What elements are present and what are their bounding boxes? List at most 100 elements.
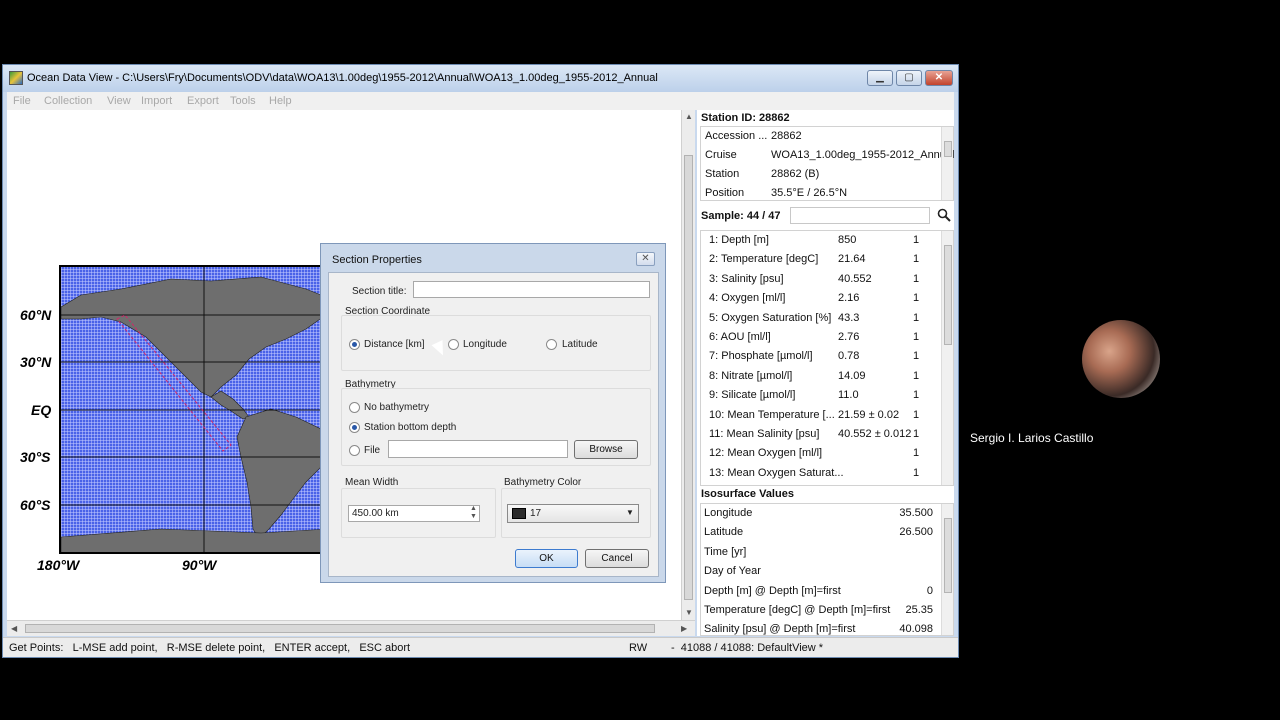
sample-var-flag: 1 bbox=[913, 253, 920, 266]
isosurface-row[interactable]: Salinity [psu] @ Depth [m]=first 40.098 bbox=[701, 620, 937, 635]
bathymetry-color-label: Bathymetry Color bbox=[504, 477, 582, 488]
radio-file-label[interactable]: File bbox=[364, 445, 380, 456]
canvas-vertical-scrollbar[interactable]: ▲ ▼ bbox=[681, 110, 695, 620]
station-row-key: Position bbox=[705, 187, 745, 199]
sample-var-name: 6: AOU [ml/l] bbox=[709, 331, 771, 343]
station-table: Accession ... 28862 Cruise WOA13_1.00deg_1… bbox=[700, 126, 954, 201]
spin-up-icon[interactable]: ▲ bbox=[470, 505, 477, 512]
menu-import[interactable]: Import bbox=[141, 95, 172, 107]
radio-longitude-label[interactable]: Longitude bbox=[463, 339, 507, 350]
chevron-down-icon: ▼ bbox=[626, 508, 634, 517]
sample-var-name: 11: Mean Salinity [psu] bbox=[709, 428, 820, 440]
scroll-down-arrow-icon[interactable]: ▼ bbox=[685, 608, 693, 617]
isosurface-scroll-thumb[interactable] bbox=[944, 518, 952, 593]
sample-row[interactable]: 4: Oxygen [ml/l] 2.16 1 bbox=[705, 289, 941, 308]
menu-view[interactable]: View bbox=[107, 95, 131, 107]
isosurface-var-name: Latitude bbox=[704, 526, 744, 539]
radio-distance[interactable] bbox=[349, 339, 360, 350]
status-bar: Get Points: L-MSE add point, R-MSE delet… bbox=[3, 637, 958, 657]
canvas-horizontal-scrollbar[interactable]: ◀ ▶ bbox=[7, 620, 695, 636]
vertical-scroll-thumb[interactable] bbox=[684, 155, 693, 600]
sample-table-scrollbar[interactable] bbox=[941, 231, 953, 485]
mean-width-spinbox[interactable]: 450.00 km ▲ ▼ bbox=[348, 505, 480, 522]
sample-row[interactable]: 13: Mean Oxygen Saturat... 1 bbox=[705, 464, 941, 483]
color-swatch bbox=[512, 508, 526, 519]
sample-row[interactable]: 5: Oxygen Saturation [%] 43.3 1 bbox=[705, 309, 941, 328]
scroll-up-arrow-icon[interactable]: ▲ bbox=[685, 112, 693, 121]
station-row[interactable]: Accession ... 28862 bbox=[705, 127, 941, 146]
ok-button[interactable]: OK bbox=[515, 549, 578, 568]
sample-row[interactable]: 9: Silicate [µmol/l] 11.0 1 bbox=[705, 386, 941, 405]
station-row[interactable]: Cruise WOA13_1.00deg_1955-2012_Annual bbox=[705, 146, 954, 165]
scroll-right-arrow-icon[interactable]: ▶ bbox=[681, 624, 687, 633]
sample-var-name: 12: Mean Oxygen [ml/l] bbox=[709, 447, 823, 460]
station-row-value: 28862 (B) bbox=[771, 168, 820, 180]
menu-export[interactable]: Export bbox=[187, 95, 219, 107]
isosurface-row[interactable]: Depth [m] @ Depth [m]=first 0 bbox=[701, 582, 937, 601]
menu-help[interactable]: Help bbox=[269, 95, 292, 107]
sample-row[interactable]: 10: Mean Temperature [... 21.59 ± 0.02 1 bbox=[705, 406, 941, 425]
station-scroll-thumb[interactable] bbox=[944, 141, 952, 157]
section-title-input[interactable] bbox=[413, 281, 650, 298]
station-row[interactable]: Position 35.5°E / 26.5°N bbox=[705, 184, 941, 201]
lat-label-eq: EQ bbox=[31, 402, 52, 418]
isosurface-header: Isosurface Values bbox=[701, 488, 794, 500]
sample-var-flag: 1 bbox=[913, 311, 920, 324]
bathymetry-file-input[interactable] bbox=[388, 440, 568, 458]
sample-row[interactable]: 11: Mean Salinity [psu] 40.552 ± 0.012 1 bbox=[705, 425, 941, 444]
radio-no-bathymetry-label[interactable]: No bathymetry bbox=[364, 402, 429, 413]
sample-row[interactable]: 2: Temperature [degC] 21.64 1 bbox=[705, 250, 941, 269]
station-row-value: WOA13_1.00deg_1955-2012_Annual bbox=[771, 149, 955, 161]
sample-row[interactable]: 6: AOU [ml/l] 2.76 1 bbox=[705, 328, 941, 347]
station-info-panel: Station ID: 28862 Accession ... 28862 Cru… bbox=[697, 110, 954, 636]
menu-file[interactable]: File bbox=[13, 95, 31, 107]
sample-var-flag: 1 bbox=[913, 389, 920, 402]
radio-station-bottom-depth-label[interactable]: Station bottom depth bbox=[364, 422, 456, 433]
search-icon[interactable] bbox=[937, 208, 951, 222]
maximize-button[interactable]: ▢ bbox=[896, 70, 922, 86]
isosurface-row[interactable]: Temperature [degC] @ Depth [m]=first 25.3… bbox=[701, 601, 937, 620]
isosurface-table-scrollbar[interactable] bbox=[941, 504, 953, 635]
menu-tools[interactable]: Tools bbox=[230, 95, 256, 107]
sample-row[interactable]: 8: Nitrate [µmol/l] 14.09 1 bbox=[705, 367, 941, 386]
radio-latitude[interactable] bbox=[546, 339, 557, 350]
isosurface-row[interactable]: Time [yr] bbox=[701, 543, 937, 562]
radio-distance-label[interactable]: Distance [km] bbox=[364, 339, 425, 350]
isosurface-row[interactable]: Day of Year bbox=[701, 562, 937, 581]
sample-var-name: 1: Depth [m] bbox=[709, 234, 769, 246]
spin-down-icon[interactable]: ▼ bbox=[470, 513, 477, 520]
station-row[interactable]: Station 28862 (B) bbox=[705, 165, 941, 184]
isosurface-row[interactable]: Longitude 35.500 bbox=[701, 504, 937, 523]
browse-button[interactable]: Browse bbox=[574, 440, 638, 459]
radio-longitude[interactable] bbox=[448, 339, 459, 350]
sample-row[interactable]: 1: Depth [m] 850 1 bbox=[705, 231, 941, 250]
dialog-close-button[interactable]: ✕ bbox=[636, 252, 655, 266]
title-bar[interactable]: Ocean Data View - C:\Users\Fry\Documents… bbox=[3, 65, 958, 92]
minimize-button[interactable]: ▁ bbox=[867, 70, 893, 86]
status-message: Get Points: L-MSE add point, R-MSE delet… bbox=[9, 642, 411, 654]
sample-var-flag: 1 bbox=[913, 466, 920, 479]
sample-var-flag: 1 bbox=[913, 447, 920, 460]
sample-row[interactable]: 12: Mean Oxygen [ml/l] 1 bbox=[705, 444, 941, 463]
station-row-key: Cruise bbox=[705, 149, 737, 161]
sample-header: Sample: 44 / 47 bbox=[701, 210, 781, 222]
close-button[interactable]: ✕ bbox=[925, 70, 953, 86]
sample-scroll-thumb[interactable] bbox=[944, 245, 952, 345]
cancel-button[interactable]: Cancel bbox=[585, 549, 649, 568]
sample-search-input[interactable] bbox=[790, 207, 930, 224]
dialog-title-bar[interactable]: Section Properties ✕ bbox=[321, 244, 665, 272]
sample-row[interactable]: 3: Salinity [psu] 40.552 1 bbox=[705, 270, 941, 289]
horizontal-scroll-thumb[interactable] bbox=[25, 624, 655, 633]
sample-var-name: 2: Temperature [degC] bbox=[709, 253, 819, 266]
radio-latitude-label[interactable]: Latitude bbox=[562, 339, 598, 350]
sample-var-value: 14.09 bbox=[838, 369, 866, 382]
bathymetry-color-select[interactable]: 17 ▼ bbox=[507, 504, 639, 523]
radio-file[interactable] bbox=[349, 445, 360, 456]
station-table-scrollbar[interactable] bbox=[941, 127, 953, 200]
menu-collection[interactable]: Collection bbox=[44, 95, 92, 107]
radio-station-bottom-depth[interactable] bbox=[349, 422, 360, 433]
radio-no-bathymetry[interactable] bbox=[349, 402, 360, 413]
isosurface-row[interactable]: Latitude 26.500 bbox=[701, 523, 937, 542]
sample-row[interactable]: 7: Phosphate [µmol/l] 0.78 1 bbox=[705, 347, 941, 366]
scroll-left-arrow-icon[interactable]: ◀ bbox=[11, 624, 17, 633]
